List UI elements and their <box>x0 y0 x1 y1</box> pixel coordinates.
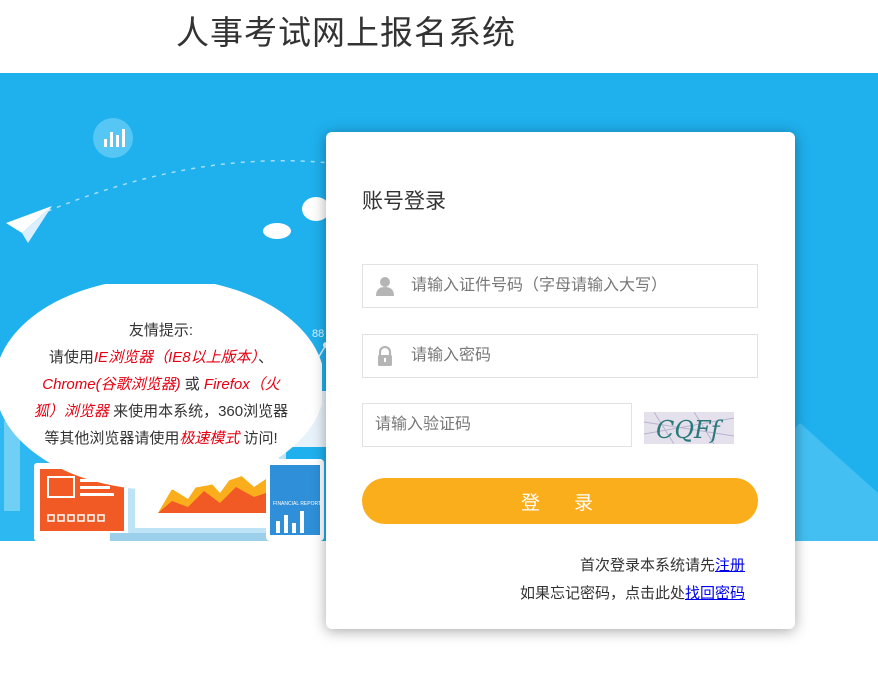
captcha-image[interactable]: CQFf <box>644 412 734 444</box>
tip-heading: 友情提示: <box>128 322 194 339</box>
financial-report-label: FINANCIAL REPORT <box>273 501 321 507</box>
login-button[interactable]: 登 录 <box>362 478 758 524</box>
bar-chart-icon <box>93 118 133 158</box>
captcha-text: CQFf <box>656 416 724 444</box>
captcha-field[interactable] <box>362 403 632 447</box>
register-link[interactable]: 注册 <box>715 557 745 574</box>
tip-line-4: 等其他浏览器请使用极速模式 访问! <box>44 430 278 447</box>
user-icon <box>376 277 394 296</box>
tip-bubble: 友情提示: 请使用IE浏览器（IE8以上版本）、 Chrome(谷歌浏览器) 或… <box>0 284 322 490</box>
register-line: 首次登录本系统请先注册 <box>579 557 745 574</box>
cloud <box>263 223 291 239</box>
captcha-noise: CQFf <box>644 412 734 444</box>
tip-line-2: Chrome(谷歌浏览器) 或 Firefox（火 <box>42 376 280 393</box>
login-card: 账号登录 CQFf 登 录 首次登录本系统请先注册 如果忘记密码，点击此处找回密… <box>326 132 795 629</box>
page-header: 人事考试网上报名系统 <box>0 0 878 73</box>
tip-text: 友情提示: 请使用IE浏览器（IE8以上版本）、 Chrome(谷歌浏览器) 或… <box>0 317 322 452</box>
id-number-field[interactable] <box>362 264 758 308</box>
forgot-password-link[interactable]: 找回密码 <box>685 585 745 602</box>
tip-line-1: 请使用IE浏览器（IE8以上版本）、 <box>48 349 274 366</box>
tip-line-3: 狐）浏览器 来使用本系统，360浏览器 <box>33 403 289 420</box>
login-title: 账号登录 <box>362 189 446 213</box>
lock-icon <box>378 346 392 366</box>
password-input[interactable] <box>411 335 741 377</box>
password-field[interactable] <box>362 334 758 378</box>
site-title: 人事考试网上报名系统 <box>176 13 516 52</box>
forgot-password-line: 如果忘记密码，点击此处找回密码 <box>519 585 745 602</box>
id-number-input[interactable] <box>411 265 741 307</box>
captcha-input[interactable] <box>375 404 625 446</box>
